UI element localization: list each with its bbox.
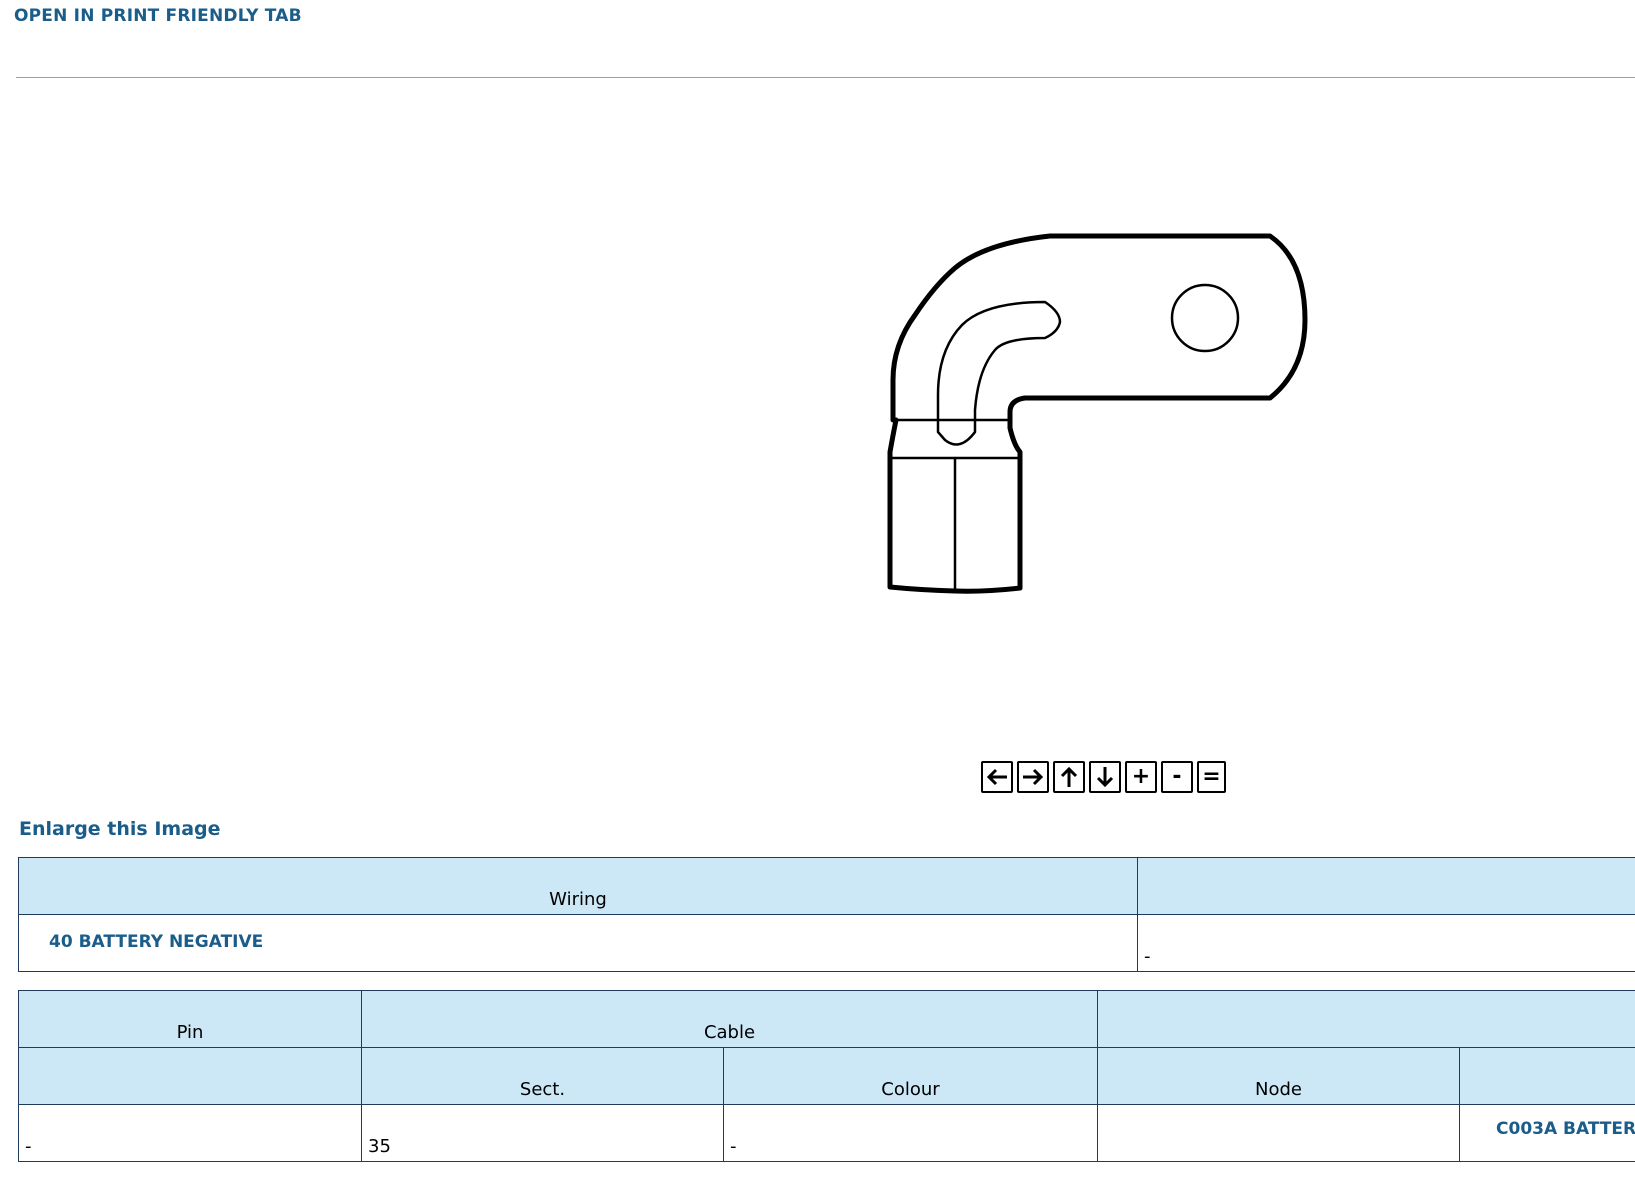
pin-table: Pin Cable Des Sect. Colour Node C - 35 -…: [18, 990, 1635, 1162]
zoom-out-button[interactable]: -: [1161, 761, 1193, 793]
subheader-pin: [18, 1047, 362, 1105]
header-wiring-right: [1137, 857, 1635, 915]
pin-table-subheader: Sect. Colour Node C: [18, 1047, 1635, 1105]
cell-sect: 35: [361, 1104, 724, 1162]
des-link[interactable]: C003A BATTER: [1496, 1119, 1635, 1139]
pan-up-button[interactable]: [1053, 761, 1085, 793]
wiring-right-cell: -: [1137, 914, 1635, 972]
header-wiring: Wiring: [18, 857, 1138, 915]
cell-colour: -: [722, 1104, 1099, 1162]
zoom-in-button[interactable]: +: [1125, 761, 1157, 793]
lug-outline: [887, 233, 1308, 594]
subheader-sect: Sect.: [361, 1047, 724, 1105]
wiring-table-header: Wiring: [18, 857, 1635, 915]
right-arrow-icon: [1023, 768, 1044, 786]
header-des: Des: [1097, 990, 1635, 1048]
enlarge-image-link[interactable]: Enlarge this Image: [19, 818, 221, 840]
minus-icon: -: [1172, 764, 1182, 789]
pin-table-header: Pin Cable Des: [18, 990, 1635, 1048]
pan-right-button[interactable]: [1017, 761, 1049, 793]
table-row: 40 BATTERY NEGATIVE -: [18, 914, 1635, 972]
header-pin: Pin: [18, 990, 362, 1048]
up-arrow-icon: [1060, 766, 1078, 787]
pan-left-button[interactable]: [981, 761, 1013, 793]
wiring-cell: 40 BATTERY NEGATIVE: [18, 914, 1138, 972]
table-row: - 35 - C003A BATTER: [18, 1104, 1635, 1162]
divider: [16, 77, 1635, 78]
wiring-table: Wiring 40 BATTERY NEGATIVE -: [18, 857, 1635, 972]
subheader-colour: Colour: [722, 1047, 1099, 1105]
lug-slot: [936, 300, 1062, 446]
viewer-controls: + - =: [981, 761, 1226, 793]
cell-des-link: C003A BATTER: [1459, 1104, 1635, 1162]
subheader-c: C: [1459, 1047, 1635, 1105]
pan-down-button[interactable]: [1089, 761, 1121, 793]
equals-icon: =: [1202, 764, 1221, 789]
print-friendly-link[interactable]: OPEN IN PRINT FRIENDLY TAB: [14, 6, 302, 26]
cell-pin: -: [18, 1104, 362, 1162]
wiring-link[interactable]: 40 BATTERY NEGATIVE: [49, 932, 263, 952]
cell-node: [1097, 1104, 1461, 1162]
lug-hole: [1170, 283, 1240, 353]
header-cable: Cable: [360, 990, 1099, 1048]
left-arrow-icon: [986, 768, 1007, 786]
reset-zoom-button[interactable]: =: [1197, 761, 1226, 793]
page: OPEN IN PRINT FRIENDLY TAB + - = Enlarge…: [0, 0, 1635, 1201]
subheader-node: Node: [1097, 1047, 1461, 1105]
plus-icon: +: [1131, 764, 1151, 789]
down-arrow-icon: [1096, 767, 1114, 788]
connector-diagram: [887, 233, 1308, 594]
